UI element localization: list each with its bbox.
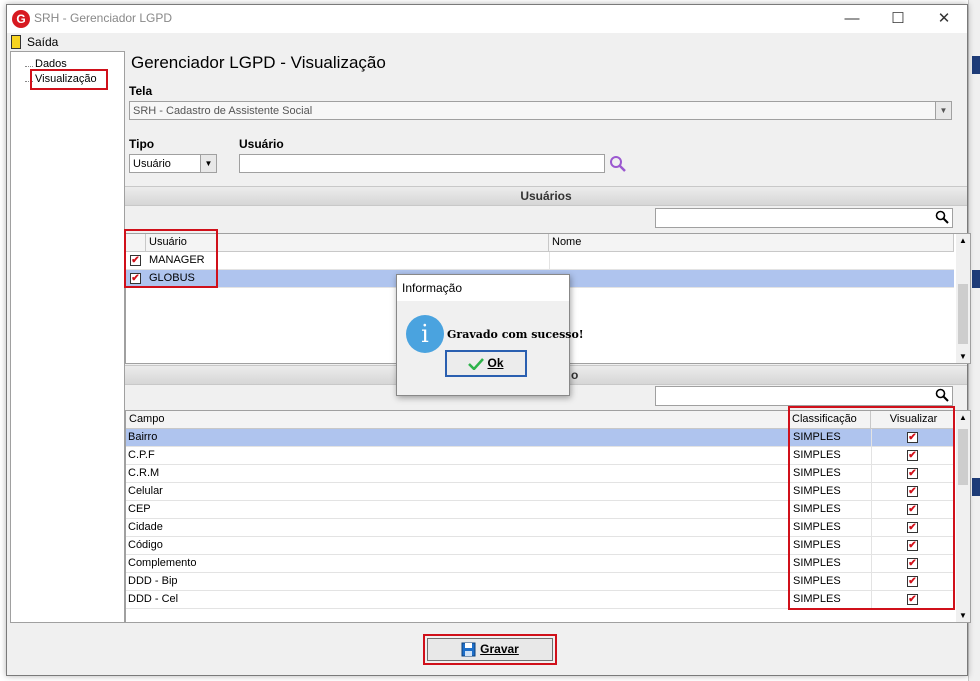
row-campo: C.P.F bbox=[128, 449, 155, 461]
info-dialog: Informação i Gravado com sucesso! Ok bbox=[396, 274, 584, 396]
tela-select[interactable]: SRH - Cadastro de Assistente Social ▼ bbox=[129, 101, 952, 120]
ok-button-label: Ok bbox=[487, 356, 504, 370]
ok-button[interactable]: Ok bbox=[445, 350, 527, 377]
menu-bar bbox=[7, 33, 967, 51]
page-title: Gerenciador LGPD - Visualização bbox=[131, 53, 386, 72]
maximize-button[interactable]: ☐ bbox=[875, 5, 921, 33]
checkmark-icon bbox=[468, 357, 485, 371]
scroll-down-icon[interactable]: ▼ bbox=[959, 611, 967, 620]
usuario-label: Usuário bbox=[239, 137, 284, 151]
dialog-message: Gravado com sucesso! bbox=[447, 328, 584, 341]
search-icon[interactable] bbox=[935, 210, 949, 224]
fields-filter-input[interactable] bbox=[655, 386, 953, 406]
scroll-up-icon[interactable]: ▲ bbox=[959, 413, 967, 422]
exit-menu-item[interactable]: Saída bbox=[27, 35, 58, 49]
save-button[interactable]: Gravar bbox=[427, 638, 553, 661]
highlight-box bbox=[124, 229, 218, 288]
row-campo: Código bbox=[128, 539, 163, 551]
chevron-down-icon: ▼ bbox=[935, 102, 951, 119]
highlight-box bbox=[30, 69, 108, 90]
save-button-label: Gravar bbox=[480, 642, 519, 656]
grid-header-nome[interactable]: Nome bbox=[549, 234, 954, 252]
fields-scrollbar[interactable]: ▲ ▼ bbox=[956, 411, 970, 622]
table-row[interactable]: ✔ MANAGER bbox=[126, 252, 954, 270]
grid-header-campo[interactable]: Campo bbox=[126, 411, 789, 429]
row-campo: DDD - Bip bbox=[128, 575, 178, 587]
background-tab-marker bbox=[972, 56, 980, 74]
info-icon: i bbox=[406, 315, 444, 353]
background-tab-marker bbox=[972, 270, 980, 288]
scroll-thumb[interactable] bbox=[958, 429, 968, 485]
users-scrollbar[interactable]: ▲ ▼ bbox=[956, 234, 970, 363]
tipo-select[interactable]: Usuário ▼ bbox=[129, 154, 217, 173]
search-icon[interactable] bbox=[935, 388, 949, 402]
tela-label: Tela bbox=[129, 84, 153, 98]
tipo-select-value: Usuário bbox=[133, 158, 171, 170]
row-campo: Celular bbox=[128, 485, 163, 497]
search-icon[interactable] bbox=[609, 155, 627, 173]
title-bar: G SRH - Gerenciador LGPD — ☐ ✕ bbox=[7, 5, 967, 33]
navigation-tree: Dados Visualização bbox=[10, 51, 125, 623]
campos-section-title: o bbox=[571, 368, 579, 382]
floppy-disk-icon bbox=[461, 642, 476, 657]
row-campo: Complemento bbox=[128, 557, 197, 569]
scroll-thumb[interactable] bbox=[958, 284, 968, 344]
tela-select-value: SRH - Cadastro de Assistente Social bbox=[133, 105, 313, 117]
background-tab-marker bbox=[972, 478, 980, 496]
scroll-up-icon[interactable]: ▲ bbox=[959, 236, 967, 245]
tree-connector bbox=[25, 66, 33, 67]
scroll-down-icon[interactable]: ▼ bbox=[959, 352, 967, 361]
users-filter-input[interactable] bbox=[655, 208, 953, 228]
row-campo: C.R.M bbox=[128, 467, 160, 479]
app-logo-icon: G bbox=[12, 10, 30, 28]
tipo-label: Tipo bbox=[129, 137, 155, 151]
row-campo: CEP bbox=[128, 503, 151, 515]
window-title: SRH - Gerenciador LGPD bbox=[34, 11, 173, 25]
usuarios-section-header: Usuários bbox=[125, 186, 967, 206]
close-button[interactable]: ✕ bbox=[921, 5, 967, 33]
row-nome bbox=[549, 252, 550, 270]
minimize-button[interactable]: — bbox=[829, 5, 875, 33]
exit-door-icon[interactable] bbox=[11, 35, 21, 49]
row-campo: Cidade bbox=[128, 521, 163, 533]
usuario-input[interactable] bbox=[239, 154, 605, 173]
chevron-down-icon: ▼ bbox=[200, 155, 216, 172]
dialog-title: Informação bbox=[397, 275, 569, 301]
highlight-box bbox=[788, 406, 955, 610]
row-campo: Bairro bbox=[128, 431, 158, 443]
row-campo: DDD - Cel bbox=[128, 593, 179, 605]
